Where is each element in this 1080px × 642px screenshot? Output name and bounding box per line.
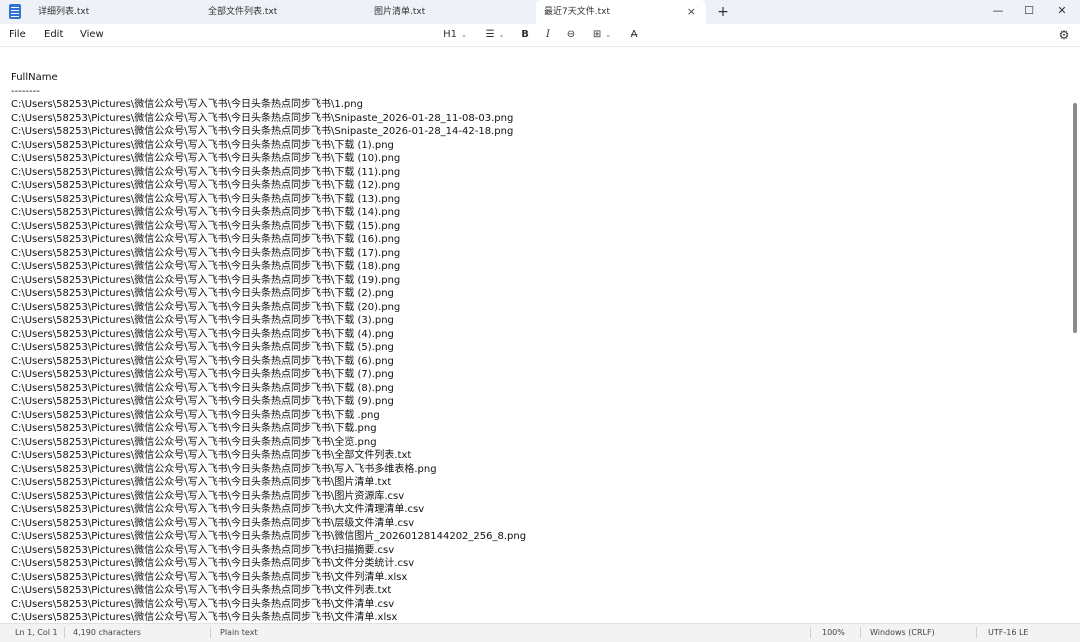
new-tab-button[interactable]: + [715, 0, 731, 24]
status-divider [810, 627, 811, 638]
link-button[interactable]: ⊖ [563, 24, 579, 46]
text-editor[interactable]: FullName -------- C:\Users\58253\Picture… [0, 46, 1080, 624]
title-bar: 详细列表.txt 全部文件列表.txt 图片清单.txt 最近7天文件.txt … [0, 0, 1080, 24]
menu-edit[interactable]: Edit [44, 24, 63, 46]
list-dropdown[interactable]: ☰ ⌄ [480, 24, 510, 46]
menu-file[interactable]: File [9, 24, 26, 46]
heading-dropdown[interactable]: H1 ⌄ [440, 24, 470, 46]
close-tab-icon[interactable]: × [687, 0, 696, 24]
chevron-down-icon: ⌄ [605, 31, 612, 39]
text-format: Plain text [220, 628, 258, 637]
clear-formatting-button[interactable]: A̶ [626, 24, 642, 46]
table-icon: ⊞ [592, 29, 602, 40]
list-icon: ☰ [485, 29, 495, 40]
tab-recent-7-days[interactable]: 最近7天文件.txt × [536, 0, 706, 24]
close-window-button[interactable]: ✕ [1044, 0, 1080, 24]
character-count: 4,190 characters [73, 628, 141, 637]
status-divider [64, 627, 65, 638]
status-divider [210, 627, 211, 638]
menu-view[interactable]: View [80, 24, 104, 46]
tab-label: 图片清单.txt [374, 7, 426, 17]
tab-label: 详细列表.txt [38, 7, 90, 17]
tab-label: 最近7天文件.txt [544, 7, 610, 17]
status-divider [860, 627, 861, 638]
tab-label: 全部文件列表.txt [208, 7, 278, 17]
chevron-down-icon: ⌄ [498, 31, 505, 39]
status-divider [976, 627, 977, 638]
tab-image-list[interactable]: 图片清单.txt [366, 0, 536, 24]
settings-gear-icon[interactable]: ⚙ [1056, 24, 1072, 46]
chevron-down-icon: ⌄ [461, 31, 467, 39]
notepad-icon [9, 4, 21, 19]
vertical-scrollbar[interactable] [1073, 103, 1077, 333]
menu-bar: File Edit View [0, 24, 1080, 46]
document-text[interactable]: FullName -------- C:\Users\58253\Picture… [11, 71, 1066, 624]
table-dropdown[interactable]: ⊞ ⌄ [588, 24, 616, 46]
maximize-button[interactable]: ☐ [1011, 0, 1047, 24]
zoom-level[interactable]: 100% [822, 624, 845, 641]
bold-button[interactable]: B [518, 24, 532, 46]
tab-all-files-list[interactable]: 全部文件列表.txt [200, 0, 366, 24]
line-ending: Windows (CRLF) [870, 628, 935, 637]
tab-detail-list[interactable]: 详细列表.txt [30, 0, 200, 24]
heading-label: H1 [443, 29, 457, 40]
cursor-position: Ln 1, Col 1 [15, 628, 58, 637]
encoding: UTF-16 LE [988, 628, 1029, 637]
italic-button[interactable]: I [541, 24, 555, 46]
status-bar: Ln 1, Col 1 4,190 characters Plain text … [0, 623, 1080, 642]
